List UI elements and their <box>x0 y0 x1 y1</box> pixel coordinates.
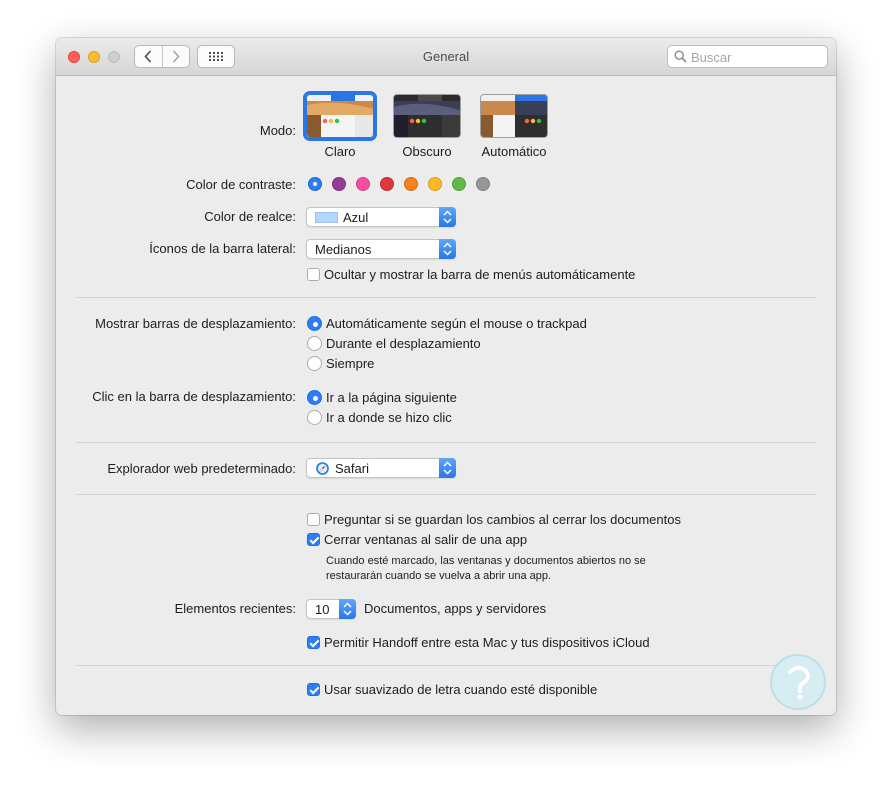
popup-arrows-icon <box>339 599 356 619</box>
highlight-color-label: Color de realce: <box>204 209 296 224</box>
ask-save-label[interactable]: Preguntar si se guardan los cambios al c… <box>324 512 681 527</box>
font-smoothing-checkbox[interactable] <box>307 683 320 696</box>
highlight-color-value: Azul <box>343 210 369 225</box>
accent-color-pink[interactable] <box>356 177 370 191</box>
highlight-swatch <box>315 212 338 223</box>
sidebar-icons-label: Íconos de la barra lateral: <box>149 241 296 256</box>
default-browser-value: Safari <box>335 461 369 476</box>
accent-color-red[interactable] <box>380 177 394 191</box>
accent-color-purple[interactable] <box>332 177 346 191</box>
accent-color-yellow[interactable] <box>428 177 442 191</box>
close-windows-note-line1: Cuando esté marcado, las ventanas y docu… <box>326 555 646 567</box>
popup-arrows-icon <box>439 458 456 478</box>
close-windows-note-line2: restaurarán cuando se vuelva a abrir una… <box>326 570 552 582</box>
handoff-checkbox[interactable] <box>307 636 320 649</box>
recent-items-value: 10 <box>315 602 330 617</box>
accent-color-blue[interactable] <box>308 177 322 191</box>
scrollbars-always-label[interactable]: Siempre <box>326 356 374 371</box>
recent-items-label: Elementos recientes: <box>174 601 296 616</box>
menubar-autohide-label[interactable]: Ocultar y mostrar la barra de menús auto… <box>324 267 635 282</box>
click-scrollbar-label: Clic en la barra de desplazamiento: <box>92 389 296 404</box>
appearance-auto-option[interactable] <box>480 94 548 138</box>
default-browser-label: Explorador web predeterminado: <box>107 461 296 476</box>
scrollbars-when-scrolling-radio[interactable] <box>307 336 322 351</box>
scrollbars-auto-radio[interactable] <box>307 316 322 331</box>
accent-color-label: Color de contraste: <box>186 177 296 192</box>
handoff-label[interactable]: Permitir Handoff entre esta Mac y tus di… <box>324 635 650 650</box>
recent-items-suffix: Documentos, apps y servidores <box>364 601 547 616</box>
popup-arrows-icon <box>439 207 456 227</box>
accent-color-orange[interactable] <box>404 177 418 191</box>
font-smoothing-label[interactable]: Usar suavizado de letra cuando esté disp… <box>324 682 597 697</box>
click-next-page-radio[interactable] <box>307 390 322 405</box>
click-jump-here-radio[interactable] <box>307 410 322 425</box>
accent-color-green[interactable] <box>452 177 466 191</box>
show-scrollbars-label: Mostrar barras de desplazamiento: <box>95 316 296 331</box>
title-bar: General Buscar <box>56 38 836 76</box>
section-divider <box>76 297 816 298</box>
dark-mode-preview <box>394 95 460 137</box>
close-windows-checkbox[interactable] <box>307 533 320 546</box>
scrollbars-when-scrolling-label[interactable]: Durante el desplazamiento <box>326 336 481 351</box>
appearance-light-label: Claro <box>324 144 356 159</box>
close-windows-label[interactable]: Cerrar ventanas al salir de una app <box>324 532 527 547</box>
scrollbars-always-radio[interactable] <box>307 356 322 371</box>
appearance-auto-label: Automático <box>481 144 547 159</box>
appearance-dark-option[interactable] <box>393 94 461 138</box>
sidebar-icons-popup[interactable]: Medianos <box>306 239 456 259</box>
accent-color-graphite[interactable] <box>476 177 490 191</box>
highlight-color-popup[interactable]: Azul <box>306 207 456 227</box>
scrollbars-auto-label[interactable]: Automáticamente según el mouse o trackpa… <box>326 316 587 331</box>
section-divider <box>76 494 816 495</box>
search-field[interactable]: Buscar <box>667 45 828 68</box>
safari-icon <box>316 462 329 475</box>
appearance-light-option[interactable] <box>306 94 374 138</box>
search-icon <box>674 50 687 63</box>
click-next-page-label[interactable]: Ir a la página siguiente <box>326 390 457 405</box>
appearance-label: Modo: <box>259 123 296 138</box>
default-browser-popup[interactable]: Safari <box>306 458 456 478</box>
watermark-logo <box>772 656 824 708</box>
search-placeholder: Buscar <box>691 50 732 65</box>
ask-save-checkbox[interactable] <box>307 513 320 526</box>
section-divider <box>76 442 816 443</box>
auto-mode-preview <box>481 95 547 137</box>
section-divider <box>76 665 816 666</box>
sidebar-icons-value: Medianos <box>315 242 372 257</box>
click-jump-here-label[interactable]: Ir a donde se hizo clic <box>326 410 452 425</box>
popup-arrows-icon <box>439 239 456 259</box>
menubar-autohide-checkbox[interactable] <box>307 268 320 281</box>
light-mode-preview <box>307 95 373 137</box>
recent-items-popup[interactable]: 10 <box>306 599 356 619</box>
appearance-dark-label: Obscuro <box>402 144 452 159</box>
preferences-window: General Buscar Modo: Claro Obscuro Autom… <box>56 38 836 715</box>
